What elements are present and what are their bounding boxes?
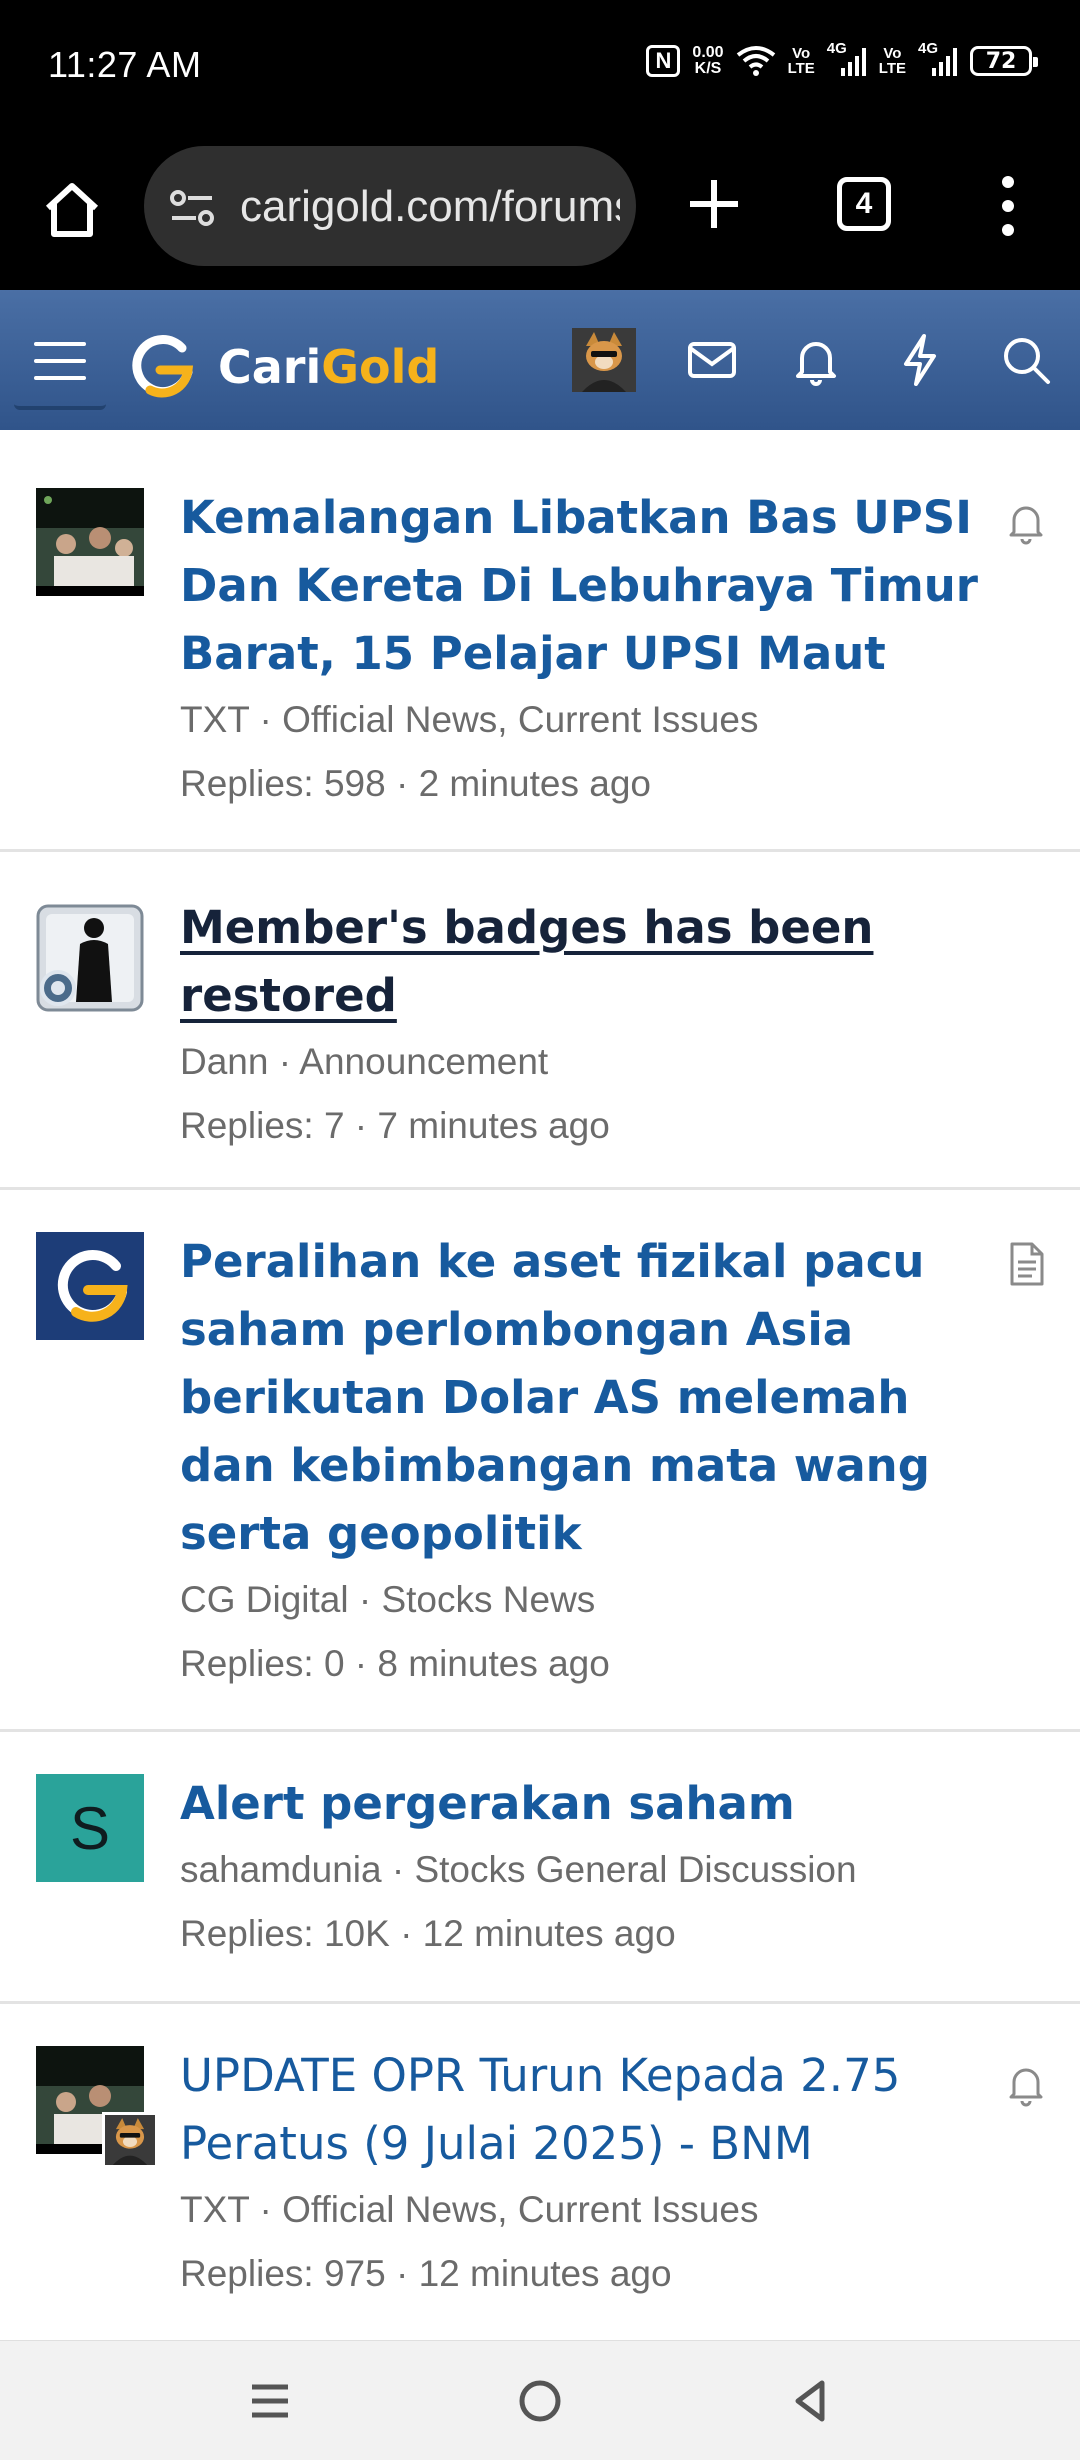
volte-1: Vo LTE [788, 46, 815, 76]
system-nav-bar [0, 2340, 1080, 2460]
thread-body: Peralihan ke aset fizikal pacu saham per… [180, 1228, 1000, 1696]
volte-2-top: Vo [883, 45, 902, 62]
thread-item[interactable]: Kemalangan Libatkan Bas UPSI Dan Kereta … [0, 430, 1080, 852]
carigold-logo-icon [132, 335, 194, 398]
thread-meta: TXT · Official News, Current Issues [180, 699, 759, 740]
thread-title[interactable]: Member's badges has been restored [180, 894, 980, 1030]
tabs-icon[interactable]: 4 [837, 177, 891, 231]
network-speed: 0.00 K/S [692, 45, 723, 77]
home-circle-icon[interactable] [510, 2371, 570, 2431]
thread-title[interactable]: Peralihan ke aset fizikal pacu saham per… [180, 1228, 1000, 1568]
thread-avatar[interactable]: S [36, 1774, 144, 1882]
user-avatar-image [572, 328, 636, 392]
thread-item[interactable]: S Alert pergerakan saham sahamdunia · St… [0, 1732, 1080, 2004]
thread-meta: TXT · Official News, Current Issues [180, 2189, 759, 2230]
site-logo[interactable]: CariGold [130, 334, 439, 400]
bell-icon[interactable] [1002, 2060, 1050, 2108]
thread-avatar[interactable] [36, 1232, 144, 1340]
signal-bars-icon [840, 48, 866, 76]
thread-avatar[interactable] [36, 904, 144, 1012]
bell-icon[interactable] [1002, 498, 1050, 546]
avatar-silhouette [36, 904, 144, 1012]
thread-body: Member's badges has been restored Dann ·… [180, 894, 980, 1158]
thread-meta: Dann · Announcement [180, 1041, 549, 1082]
address-bar[interactable]: carigold.com/forums/ [144, 146, 636, 266]
battery-indicator: 72 [970, 46, 1038, 76]
volte-1-bottom: LTE [787, 60, 815, 77]
wifi-icon [736, 46, 775, 76]
thread-avatar[interactable] [36, 2046, 158, 2168]
site-header: CariGold [0, 290, 1080, 430]
logo-text-cari: Cari [218, 340, 322, 394]
url-text[interactable]: carigold.com/forums/ [240, 182, 620, 232]
search-icon[interactable] [996, 330, 1056, 390]
thread-title[interactable]: Alert pergerakan saham [180, 1770, 1000, 1838]
network-speed-value: 0.00 [692, 44, 724, 61]
thread-stats: Replies: 975 · 12 minutes ago [180, 2253, 672, 2294]
signal-bars-icon [932, 48, 957, 76]
document-icon[interactable] [1002, 1240, 1050, 1288]
tune-icon[interactable] [168, 184, 216, 232]
avatar-letter: S [69, 1794, 111, 1862]
browser-toolbar: carigold.com/forums/ 4 [0, 140, 1080, 290]
thread-stats: Replies: 7 · 7 minutes ago [180, 1105, 610, 1146]
bolt-icon[interactable] [890, 330, 950, 390]
status-bar: 11:27 AM N 0.00 K/S Vo LTE 4G Vo LTE 4G … [0, 0, 1080, 140]
last-poster-avatar [102, 2112, 158, 2168]
home-icon[interactable] [40, 178, 104, 242]
menu-icon[interactable] [14, 316, 106, 410]
avatar-photo [36, 488, 144, 596]
status-icons: N 0.00 K/S Vo LTE 4G Vo LTE 4G 72 [646, 40, 1038, 78]
volte-2-bottom: LTE [878, 60, 906, 77]
thread-meta: CG Digital · Stocks News [180, 1579, 596, 1620]
thread-title[interactable]: UPDATE OPR Turun Kepada 2.75 Peratus (9 … [180, 2042, 980, 2178]
user-avatar[interactable] [572, 328, 636, 392]
logo-text-gold: Gold [321, 340, 440, 394]
thread-meta: sahamdunia · Stocks General Discussion [180, 1849, 857, 1890]
signal-2: 4G [918, 40, 958, 78]
envelope-icon[interactable] [682, 330, 742, 390]
logo-text: CariGold [218, 340, 439, 394]
volte-2: Vo LTE [879, 46, 906, 76]
thread-avatar[interactable] [36, 488, 144, 596]
thread-stats: Replies: 0 · 8 minutes ago [180, 1643, 610, 1684]
thread-body: Kemalangan Libatkan Bas UPSI Dan Kereta … [180, 484, 980, 816]
thread-item[interactable]: UPDATE OPR Turun Kepada 2.75 Peratus (9 … [0, 2004, 1080, 2340]
plus-icon[interactable] [686, 176, 742, 232]
thread-stats: Replies: 10K · 12 minutes ago [180, 1913, 676, 1954]
carigold-logo-icon [36, 1232, 144, 1340]
back-icon[interactable] [780, 2371, 840, 2431]
more-vert-icon[interactable] [996, 176, 1020, 236]
bell-icon[interactable] [786, 330, 846, 390]
thread-list: Kemalangan Libatkan Bas UPSI Dan Kereta … [0, 430, 1080, 2340]
volte-1-top: Vo [792, 45, 811, 62]
signal-1: 4G [827, 40, 867, 78]
nfc-icon: N [646, 45, 681, 77]
thread-body: Alert pergerakan saham sahamdunia · Stoc… [180, 1770, 1000, 1966]
recent-apps-icon[interactable] [240, 2371, 300, 2431]
thread-item[interactable]: Member's badges has been restored Dann ·… [0, 852, 1080, 1190]
thread-stats: Replies: 598 · 2 minutes ago [180, 763, 651, 804]
network-speed-unit: K/S [694, 60, 722, 77]
status-time: 11:27 AM [48, 44, 202, 85]
thread-title[interactable]: Kemalangan Libatkan Bas UPSI Dan Kereta … [180, 484, 980, 688]
thread-item[interactable]: Peralihan ke aset fizikal pacu saham per… [0, 1190, 1080, 1732]
thread-body: UPDATE OPR Turun Kepada 2.75 Peratus (9 … [180, 2042, 980, 2306]
